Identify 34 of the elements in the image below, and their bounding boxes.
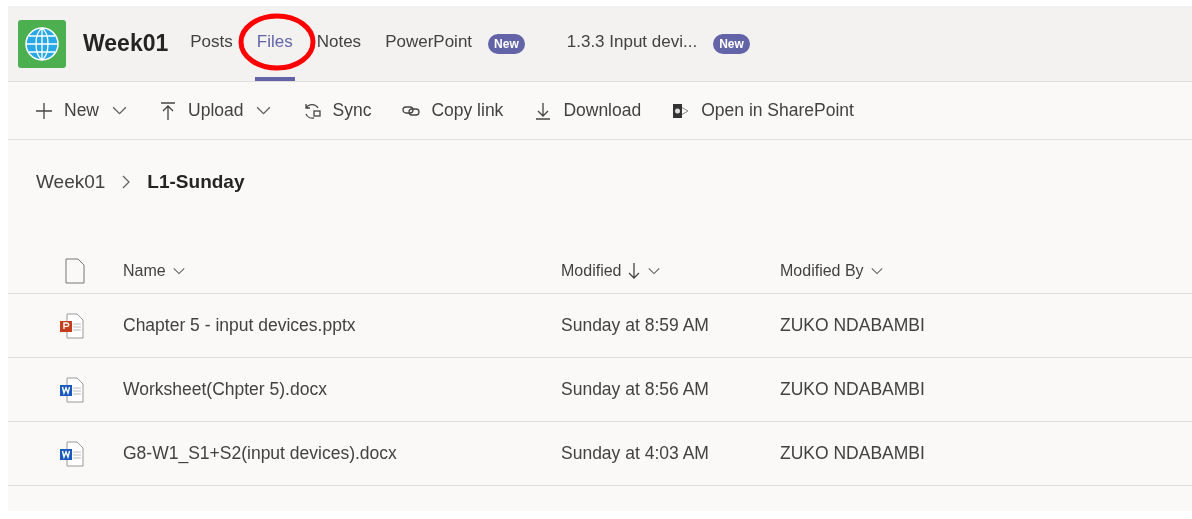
toolbar-button[interactable]: Sync: [302, 97, 372, 124]
tab[interactable]: PowerPoint: [383, 6, 475, 81]
modified-by-cell-text: ZUKO NDABAMBI: [780, 378, 925, 402]
file-name[interactable]: Worksheet(Chpter 5).docx: [123, 376, 561, 403]
toolbar-button[interactable]: Upload: [158, 97, 244, 124]
tab[interactable]: 1.3.3 Input devi...: [564, 6, 700, 81]
plus-icon: [34, 100, 54, 121]
column-header[interactable]: Modified By: [780, 258, 864, 283]
toolbar-button[interactable]: New: [34, 97, 99, 124]
modified-by-cell-text: ZUKO NDABAMBI: [780, 314, 925, 338]
toolbar-button[interactable]: Download: [533, 97, 642, 124]
tab[interactable]: Notes: [314, 6, 364, 81]
column-header[interactable]: Modified: [561, 258, 622, 283]
upload-icon: [158, 100, 178, 121]
breadcrumb-link[interactable]: Week01: [36, 167, 106, 197]
new-badge: New: [488, 33, 525, 54]
file-name[interactable]: G8-W1_S1+S2(input devices).docx: [123, 440, 561, 467]
globe-logo-icon: [18, 19, 66, 68]
tab[interactable]: Posts: [188, 6, 235, 81]
modified-by-cell-text: ZUKO NDABAMBI: [780, 442, 925, 466]
powerpoint-file-icon: [58, 311, 86, 340]
toolbar-button[interactable]: Copy link: [401, 97, 504, 124]
toolbar-button[interactable]: Open in SharePoint: [671, 97, 854, 124]
new-badge: New: [713, 33, 750, 54]
word-file-icon: [58, 439, 86, 468]
modified-cell-text: Sunday at 4:03 AM: [561, 442, 710, 466]
breadcrumb-current: L1-Sunday: [147, 169, 245, 194]
column-header[interactable]: Name: [123, 258, 166, 283]
team-title: Week01: [83, 29, 169, 59]
modified-cell-text: Sunday at 8:59 AM: [561, 314, 710, 338]
modified-cell-text: Sunday at 8:56 AM: [561, 378, 710, 402]
file-name[interactable]: Chapter 5 - input devices.pptx: [123, 312, 561, 339]
file-header-icon: [65, 257, 85, 284]
word-file-icon: [58, 375, 86, 404]
